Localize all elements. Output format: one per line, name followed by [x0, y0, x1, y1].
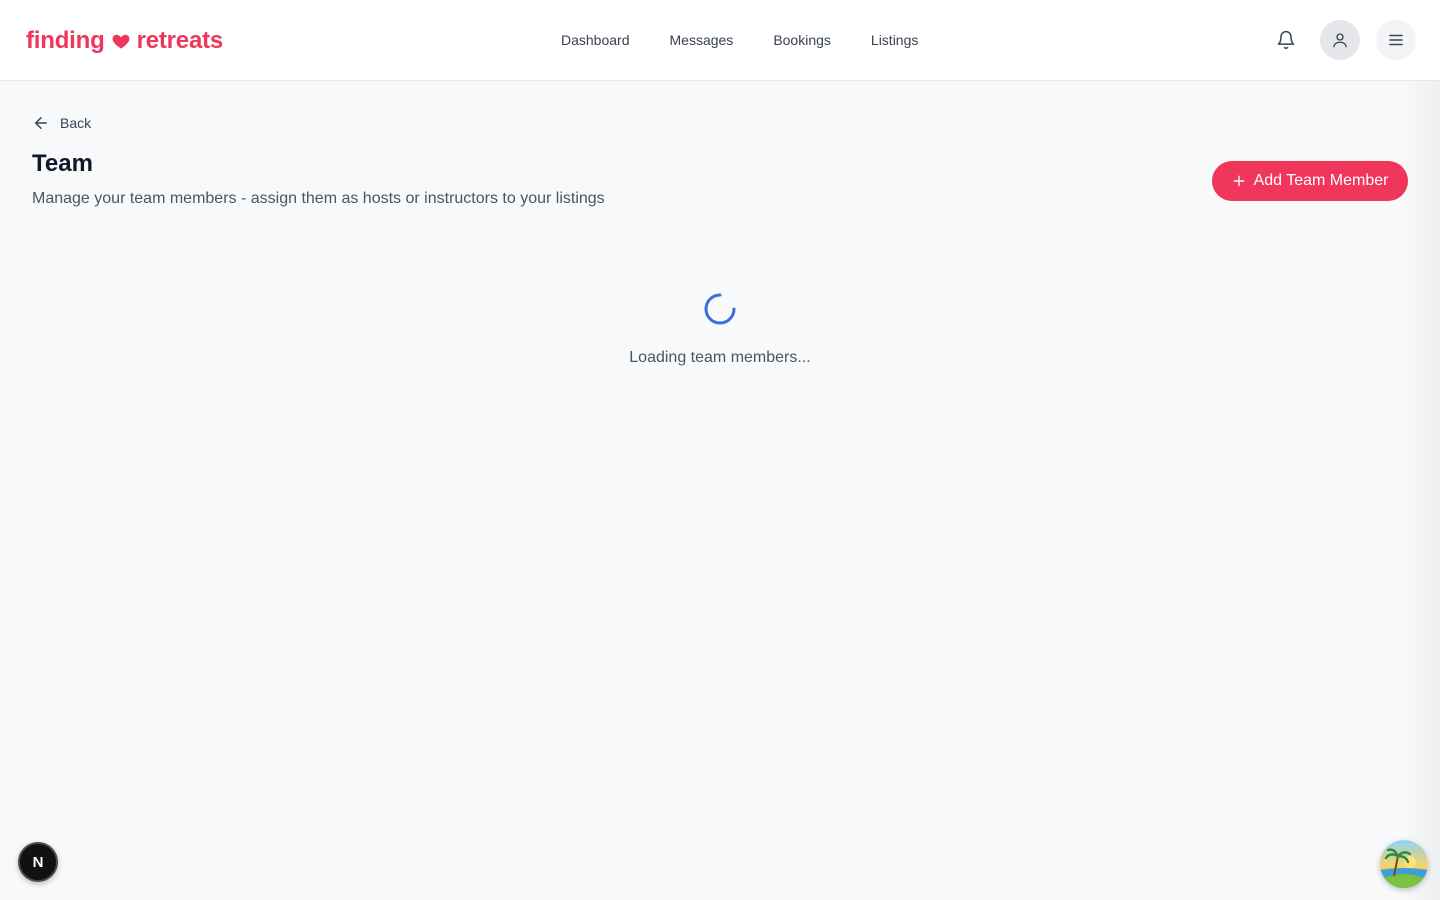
page-subtitle: Manage your team members - assign them a… [32, 190, 605, 207]
loading-spinner-icon [703, 292, 737, 326]
arrow-left-icon [35, 117, 47, 129]
nav-bookings[interactable]: Bookings [753, 28, 851, 52]
hamburger-menu-icon [1389, 34, 1403, 46]
top-navigation-bar: finding retreats Dashboard Messages Book… [0, 0, 1440, 81]
nav-listings[interactable]: Listings [851, 28, 938, 52]
brand-name-left: finding [26, 27, 105, 54]
add-team-member-button[interactable]: Add Team Member [1212, 161, 1408, 201]
nav-messages[interactable]: Messages [650, 28, 754, 52]
back-label: Back [60, 115, 92, 131]
brand-name-right: retreats [136, 27, 224, 54]
user-profile-button[interactable] [1320, 20, 1360, 60]
bell-icon [1277, 30, 1295, 50]
page-title: Team [32, 150, 93, 177]
brand-logo[interactable]: finding retreats [26, 24, 223, 58]
dev-badge-letter: N [32, 853, 44, 871]
add-team-member-label: Add Team Member [1253, 172, 1389, 189]
loading-text: Loading team members... [629, 349, 811, 366]
main-nav: Dashboard Messages Bookings Listings [541, 26, 938, 54]
main-menu-button[interactable] [1376, 20, 1416, 60]
dev-tools-badge[interactable]: N [18, 842, 58, 882]
nav-dashboard[interactable]: Dashboard [541, 28, 650, 52]
heart-icon [111, 31, 131, 51]
plus-icon [1233, 175, 1244, 187]
back-link[interactable]: Back [32, 112, 91, 134]
palm-beach-icon[interactable] [1380, 840, 1428, 888]
notifications-button[interactable] [1266, 20, 1306, 60]
scroll-edge-shadow [1400, 81, 1440, 900]
user-icon [1333, 33, 1347, 48]
